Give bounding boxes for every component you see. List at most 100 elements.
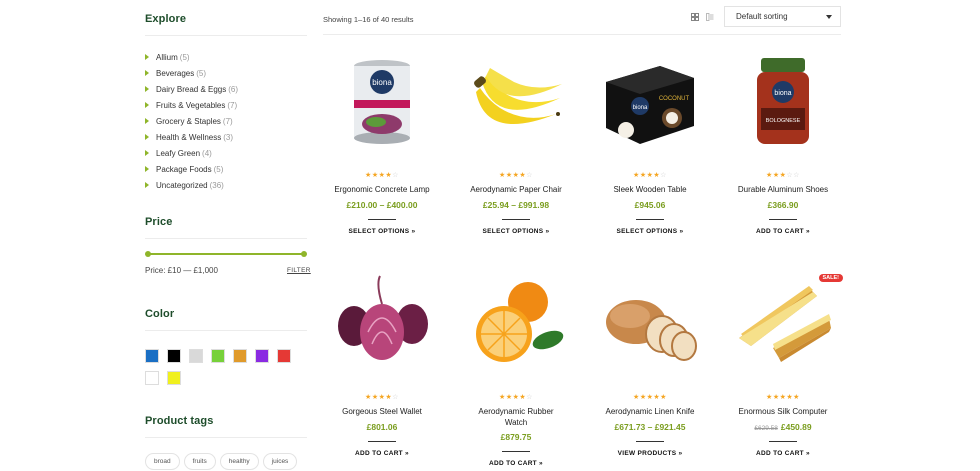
category-name: Dairy Bread & Eggs bbox=[156, 84, 227, 94]
coconut-milk-box-icon[interactable]: biona COCONUT bbox=[600, 52, 700, 152]
product-action-button[interactable]: SELECT OPTIONS » bbox=[456, 228, 576, 235]
bullet-icon bbox=[145, 70, 149, 76]
color-swatch[interactable] bbox=[255, 349, 269, 363]
product-action-button[interactable]: ADD TO CART » bbox=[322, 450, 442, 457]
product-card[interactable]: biona ★★★★☆ Ergonomic Concrete Lamp £210.0… bbox=[322, 52, 442, 242]
divider bbox=[636, 219, 664, 220]
current-price: £801.06 bbox=[366, 422, 398, 432]
product-name[interactable]: Durable Aluminum Shoes bbox=[723, 184, 843, 195]
category-count: (7) bbox=[227, 100, 238, 110]
product-name[interactable]: Ergonomic Concrete Lamp bbox=[322, 184, 442, 195]
orange-icon[interactable] bbox=[466, 274, 566, 374]
star-icon: ★ bbox=[766, 172, 773, 179]
color-swatch[interactable] bbox=[167, 349, 181, 363]
color-swatch[interactable] bbox=[211, 349, 225, 363]
divider bbox=[368, 441, 396, 442]
svg-text:biona: biona bbox=[633, 105, 648, 111]
product-name[interactable]: Aerodynamic Rubber Watch bbox=[474, 406, 558, 428]
category-item[interactable]: Beverages (5) bbox=[145, 65, 238, 81]
color-swatch[interactable] bbox=[277, 349, 291, 363]
category-item[interactable]: Package Foods (5) bbox=[145, 161, 238, 177]
star-icon: ★ bbox=[772, 172, 780, 179]
star-icon: ☆ bbox=[526, 394, 533, 401]
product-name[interactable]: Enormous Silk Computer bbox=[723, 406, 843, 417]
product-card[interactable]: ★★★★★ Aerodynamic Linen Knife £671.73 – £9… bbox=[590, 274, 710, 464]
tag-link[interactable]: juices bbox=[262, 453, 298, 470]
product-price: £945.06 bbox=[590, 200, 710, 210]
category-item[interactable]: Grocery & Staples (7) bbox=[145, 113, 238, 129]
category-name: Health & Wellness bbox=[156, 132, 222, 142]
color-swatch[interactable] bbox=[167, 371, 181, 385]
category-count: (6) bbox=[228, 84, 239, 94]
filter-button[interactable]: FILTER bbox=[287, 267, 311, 274]
category-count: (5) bbox=[213, 164, 224, 174]
product-action-button[interactable]: ADD TO CART » bbox=[456, 460, 576, 467]
current-price: £945.06 bbox=[634, 200, 666, 210]
category-item[interactable]: Uncategorized (36) bbox=[145, 177, 238, 193]
bullet-icon bbox=[145, 54, 149, 60]
product-card[interactable]: biona BOLOGNESE ★★★☆☆ Durable Aluminum Sh… bbox=[723, 52, 843, 242]
product-card[interactable]: ★★★★☆ Aerodynamic Paper Chair £25.94 – £99… bbox=[456, 52, 576, 242]
product-action-button[interactable]: SELECT OPTIONS » bbox=[590, 228, 710, 235]
product-name[interactable]: Sleek Wooden Table bbox=[590, 184, 710, 195]
bullet-icon bbox=[145, 102, 149, 108]
star-icon: ★ bbox=[639, 394, 647, 401]
category-item[interactable]: Dairy Bread & Eggs (6) bbox=[145, 81, 238, 97]
category-count: (5) bbox=[196, 68, 207, 78]
star-icon: ★ bbox=[371, 394, 379, 401]
category-count: (7) bbox=[222, 116, 233, 126]
tag-link[interactable]: broad bbox=[145, 453, 180, 470]
sauce-jar-icon[interactable]: biona BOLOGNESE bbox=[733, 52, 833, 152]
sandwich-icon[interactable] bbox=[733, 274, 833, 374]
color-swatch[interactable] bbox=[233, 349, 247, 363]
color-swatch[interactable] bbox=[189, 349, 203, 363]
sort-select[interactable]: Default sorting bbox=[724, 6, 841, 27]
star-icon: ★ bbox=[633, 394, 640, 401]
product-action-button[interactable]: VIEW PRODUCTS » bbox=[590, 450, 710, 457]
bread-icon[interactable] bbox=[600, 274, 700, 374]
divider bbox=[145, 437, 307, 438]
category-item[interactable]: Allium (5) bbox=[145, 49, 238, 65]
product-card[interactable]: SALE! ★★★★★ Enormous Silk Computer £629.58 £… bbox=[723, 274, 843, 464]
product-action-button[interactable]: SELECT OPTIONS » bbox=[322, 228, 442, 235]
product-action-button[interactable]: ADD TO CART » bbox=[723, 450, 843, 457]
category-count: (4) bbox=[202, 148, 212, 158]
price-slider[interactable] bbox=[145, 251, 307, 257]
color-swatch[interactable] bbox=[145, 349, 159, 363]
red-onion-icon[interactable] bbox=[332, 274, 432, 374]
sort-select-value: Default sorting bbox=[736, 12, 788, 21]
category-item[interactable]: Leafy Green (4) bbox=[145, 145, 238, 161]
product-card[interactable]: ★★★★☆ Aerodynamic Rubber Watch £879.75 ADD … bbox=[456, 274, 576, 467]
product-price: £210.00 – £400.00 bbox=[322, 200, 442, 210]
product-name[interactable]: Gorgeous Steel Wallet bbox=[322, 406, 442, 417]
tag-link[interactable]: healthy bbox=[219, 453, 259, 470]
current-price: £879.75 bbox=[500, 432, 532, 442]
star-icon: ★ bbox=[660, 394, 667, 401]
category-list: Allium (5) Beverages (5) Dairy Bread & Eggs(… bbox=[145, 49, 238, 193]
tag-link[interactable]: fruits bbox=[183, 453, 216, 470]
old-price: £629.58 bbox=[754, 425, 778, 432]
product-name[interactable]: Aerodynamic Linen Knife bbox=[590, 406, 710, 417]
category-item[interactable]: Fruits & Vegetables (7) bbox=[145, 97, 238, 113]
sale-badge: SALE! bbox=[818, 274, 843, 282]
category-item[interactable]: Health & Wellness (3) bbox=[145, 129, 238, 145]
price-slider-min-handle[interactable] bbox=[145, 251, 151, 257]
caret-down-icon bbox=[826, 14, 832, 19]
canned-product-icon[interactable]: biona bbox=[332, 52, 432, 152]
divider bbox=[502, 219, 530, 220]
star-icon: ★ bbox=[793, 394, 800, 401]
product-card[interactable]: biona COCONUT ★★★★☆ Sleek Wooden Table £94… bbox=[590, 52, 710, 242]
product-action-button[interactable]: ADD TO CART » bbox=[723, 228, 843, 235]
price-slider-max-handle[interactable] bbox=[301, 251, 307, 257]
category-count: (5) bbox=[179, 52, 190, 62]
product-price: £801.06 bbox=[322, 422, 442, 432]
star-rating: ★★★★☆ bbox=[322, 172, 442, 179]
product-card[interactable]: ★★★★☆ Gorgeous Steel Wallet £801.06 ADD TO … bbox=[322, 274, 442, 464]
bullet-icon bbox=[145, 166, 149, 172]
product-name[interactable]: Aerodynamic Paper Chair bbox=[456, 184, 576, 195]
color-swatch[interactable] bbox=[145, 371, 159, 385]
banana-icon[interactable] bbox=[466, 52, 566, 152]
star-icon: ☆ bbox=[392, 394, 399, 401]
list-view-icon[interactable] bbox=[706, 13, 714, 21]
grid-view-icon[interactable] bbox=[691, 13, 699, 21]
